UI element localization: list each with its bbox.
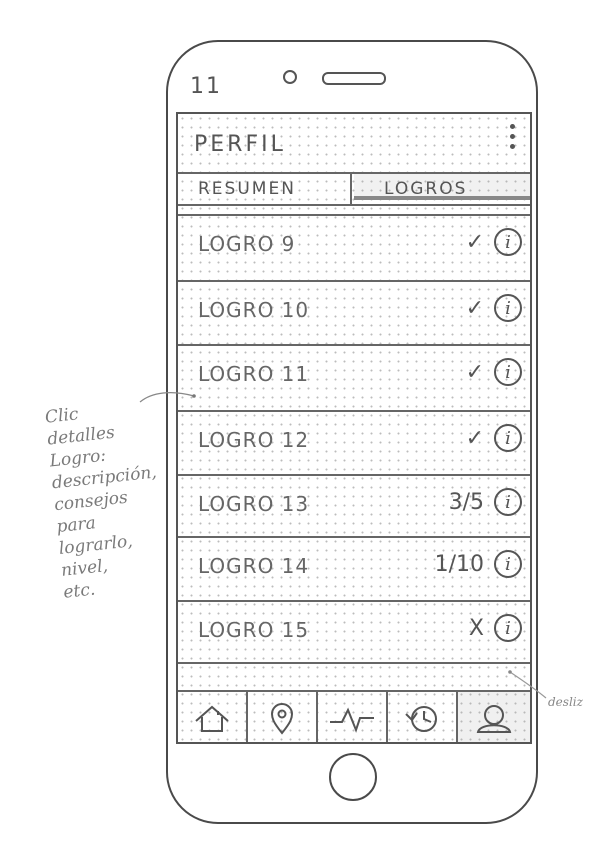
annotation-note-left: Clic detalles Logro: descripción, consej… bbox=[44, 394, 184, 603]
annotation-note-right: desliz bbox=[548, 695, 583, 709]
